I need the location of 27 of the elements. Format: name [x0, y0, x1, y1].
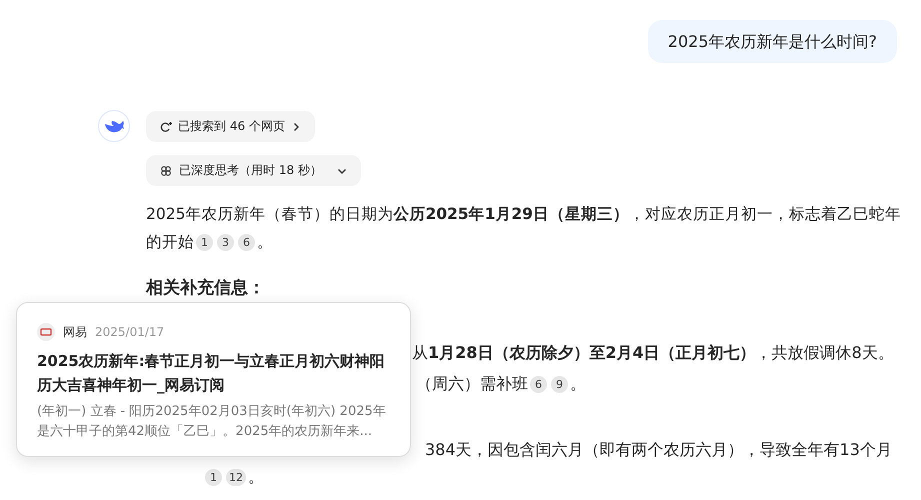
period-text: 。 [257, 233, 273, 251]
user-message: 2025年农历新年是什么时间? [648, 20, 897, 63]
search-results-chip[interactable]: 已搜索到 46 个网页 [146, 111, 315, 142]
source-logo-icon [37, 323, 55, 341]
citation-link[interactable]: 1 [196, 234, 213, 251]
answer-text: 384天，因包含闰六月（即有两个农历六月），导致全年有13个月 [425, 440, 892, 459]
answer-text: 的开始 [146, 233, 194, 251]
atom-icon [160, 164, 172, 176]
article-snippet: (年初一) 立春 - 阳历2025年02月03日亥时(年初六) 2025年是六十甲子的第42顺位「乙巳」。2025年的农历新年来... [37, 403, 387, 441]
citation-link[interactable]: 9 [551, 376, 568, 393]
citation-link[interactable]: 6 [238, 234, 255, 251]
source-name: 网易 [63, 324, 87, 340]
citation-link[interactable]: 12 [226, 469, 246, 486]
answer-text: 2025年农历新年（春节）的日期为公历2025年1月29日（星期三），对应农历正月初一，标志着乙巳蛇年 [146, 205, 901, 223]
source-date: 2025/01/17 [95, 325, 164, 339]
answer-text: 从1月28日（农历除夕）至2月4日（正月初七），共放假调休8天。 [412, 343, 894, 362]
period-text: 。 [248, 467, 264, 486]
answer-text: （周六）需补班 [416, 374, 528, 393]
period-text: 。 [570, 374, 586, 393]
section-heading: 相关补充信息： [146, 277, 265, 299]
article-title-link[interactable]: 2025农历新年:春节正月初一与立春正月初六财神阳历大吉喜神年初一_网易订阅 [37, 349, 391, 397]
citation-link[interactable]: 1 [205, 469, 222, 486]
thinking-chip[interactable]: 已深度思考（用时 18 秒） [146, 155, 361, 186]
assistant-avatar-icon [98, 110, 130, 142]
search-icon [160, 120, 172, 132]
citation-link[interactable]: 3 [217, 234, 234, 251]
citation-link[interactable]: 6 [530, 376, 547, 393]
